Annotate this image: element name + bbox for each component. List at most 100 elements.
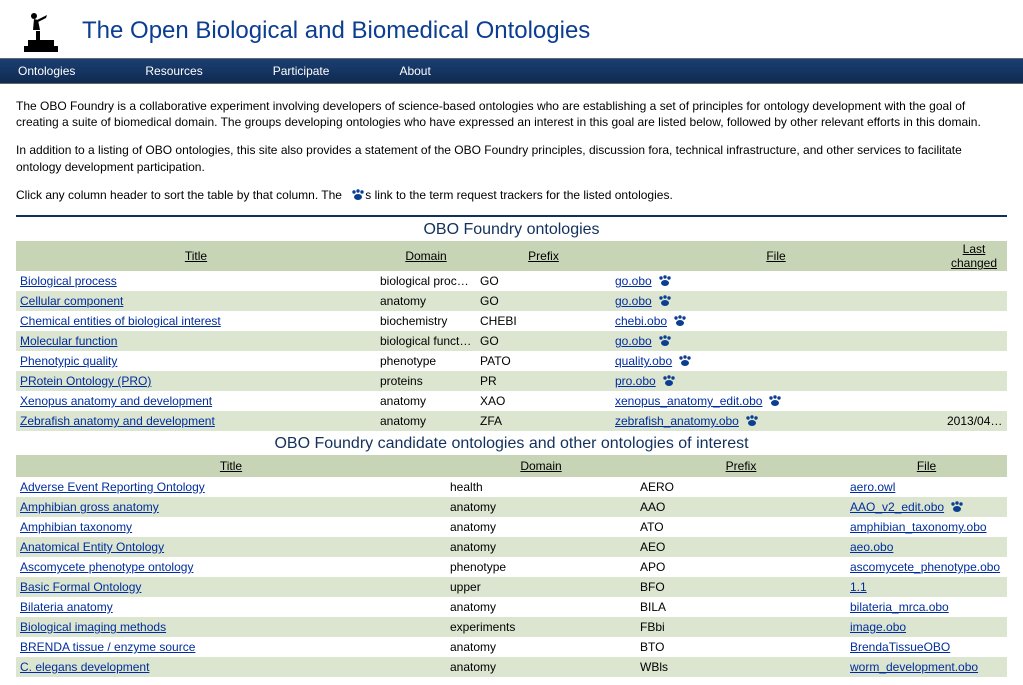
domain-cell: biological process	[376, 271, 476, 291]
col-title[interactable]: Title	[16, 241, 376, 271]
file-link[interactable]: go.obo	[615, 274, 652, 288]
ontology-title-link[interactable]: Molecular function	[20, 334, 117, 348]
col-title[interactable]: Title	[16, 455, 446, 477]
table-row: Biological processbiological processGOgo…	[16, 271, 1007, 291]
domain-cell: biochemistry	[376, 311, 476, 331]
table-row: Ascomycete phenotype ontology phenotypeAP…	[16, 557, 1007, 577]
paw-icon[interactable]	[673, 315, 687, 327]
file-link[interactable]: aeo.obo	[850, 540, 893, 554]
domain-cell: phenotype	[446, 557, 636, 577]
paw-icon[interactable]	[658, 295, 672, 307]
ontology-title-link[interactable]: PRotein Ontology (PRO)	[20, 374, 151, 388]
ontology-title-link[interactable]: Amphibian gross anatomy	[20, 500, 159, 514]
nav-about[interactable]: About	[399, 64, 430, 78]
file-link[interactable]: worm_development.obo	[850, 660, 978, 674]
paw-icon[interactable]	[768, 395, 782, 407]
file-link[interactable]: bilateria_mrca.obo	[850, 600, 949, 614]
paw-icon[interactable]	[658, 335, 672, 347]
file-link[interactable]: go.obo	[615, 334, 652, 348]
last-changed-cell	[941, 271, 1007, 291]
ontology-title-link[interactable]: C. elegans development	[20, 660, 149, 674]
ontology-title-link[interactable]: Xenopus anatomy and development	[20, 394, 212, 408]
file-link[interactable]: image.obo	[850, 620, 906, 634]
prefix-cell: AAO	[636, 497, 846, 517]
file-link[interactable]: 1.1	[850, 580, 867, 594]
col-domain[interactable]: Domain	[376, 241, 476, 271]
ontology-title-link[interactable]: Adverse Event Reporting Ontology	[20, 480, 205, 494]
table-row: Cellular component anatomyGO go.obo	[16, 291, 1007, 311]
domain-cell: health	[446, 477, 636, 497]
last-changed-cell	[941, 311, 1007, 331]
last-changed-cell	[941, 351, 1007, 371]
ontology-title-link[interactable]: Zebrafish anatomy and development	[20, 414, 215, 428]
last-changed-cell	[941, 391, 1007, 411]
col-last-changed[interactable]: Last changed	[941, 241, 1007, 271]
nav-ontologies[interactable]: Ontologies	[18, 64, 75, 78]
prefix-cell: APO	[636, 557, 846, 577]
ontology-title-link[interactable]: Basic Formal Ontology	[20, 580, 141, 594]
paw-icon[interactable]	[662, 375, 676, 387]
table-row: PRotein Ontology (PRO)proteinsPRpro.obo	[16, 371, 1007, 391]
domain-cell: anatomy	[446, 637, 636, 657]
file-link[interactable]: chebi.obo	[615, 314, 667, 328]
file-link[interactable]: ascomycete_phenotype.obo	[850, 560, 1000, 574]
domain-cell: proteins	[376, 371, 476, 391]
col-prefix[interactable]: Prefix	[476, 241, 611, 271]
file-link[interactable]: BrendaTissueOBO	[850, 640, 950, 654]
domain-cell: upper	[446, 577, 636, 597]
table-row: Anatomical Entity OntologyanatomyAEOaeo.…	[16, 537, 1007, 557]
domain-cell: anatomy	[376, 411, 476, 431]
prefix-cell: GO	[476, 291, 611, 311]
ontology-title-link[interactable]: Phenotypic quality	[20, 354, 117, 368]
ontology-title-link[interactable]: BRENDA tissue / enzyme source	[20, 640, 195, 654]
file-link[interactable]: amphibian_taxonomy.obo	[850, 520, 987, 534]
table-row: BRENDA tissue / enzyme sourceanatomyBTOB…	[16, 637, 1007, 657]
domain-cell: anatomy	[446, 517, 636, 537]
table-row: Molecular functionbiological functionGOg…	[16, 331, 1007, 351]
ontology-title-link[interactable]: Chemical entities of biological interest	[20, 314, 221, 328]
ontology-title-link[interactable]: Anatomical Entity Ontology	[20, 540, 164, 554]
file-link[interactable]: zebrafish_anatomy.obo	[615, 414, 739, 428]
last-changed-cell	[941, 291, 1007, 311]
paw-icon[interactable]	[658, 275, 672, 287]
last-changed-cell	[941, 331, 1007, 351]
file-link[interactable]: go.obo	[615, 294, 652, 308]
last-changed-cell	[941, 371, 1007, 391]
col-prefix[interactable]: Prefix	[636, 455, 846, 477]
domain-cell: anatomy	[446, 537, 636, 557]
table-row: Chemical entities of biological interest…	[16, 311, 1007, 331]
ontology-title-link[interactable]: Amphibian taxonomy	[20, 520, 132, 534]
paw-icon[interactable]	[745, 415, 759, 427]
domain-cell: anatomy	[376, 291, 476, 311]
main-table-title: OBO Foundry ontologies	[16, 221, 1007, 239]
domain-cell: anatomy	[446, 597, 636, 617]
file-link[interactable]: xenopus_anatomy_edit.obo	[615, 394, 762, 408]
ontology-title-link[interactable]: Biological process	[20, 274, 117, 288]
file-link[interactable]: pro.obo	[615, 374, 656, 388]
prefix-cell: GO	[476, 331, 611, 351]
main-ontologies-table: Title Domain Prefix File Last changed Bi…	[16, 241, 1007, 431]
ontology-title-link[interactable]: Ascomycete phenotype ontology	[20, 560, 193, 574]
nav-participate[interactable]: Participate	[273, 64, 330, 78]
paw-icon[interactable]	[678, 355, 692, 367]
prefix-cell: PATO	[476, 351, 611, 371]
col-domain[interactable]: Domain	[446, 455, 636, 477]
file-link[interactable]: AAO_v2_edit.obo	[850, 500, 944, 514]
prefix-cell: AERO	[636, 477, 846, 497]
main-nav: Ontologies Resources Participate About	[0, 58, 1023, 84]
file-link[interactable]: aero.owl	[850, 480, 895, 494]
ontology-title-link[interactable]: Bilateria anatomy	[20, 600, 113, 614]
last-changed-cell: 2013/04/12	[941, 411, 1007, 431]
table-row: Bilateria anatomyanatomyBILAbilateria_mr…	[16, 597, 1007, 617]
file-link[interactable]: quality.obo	[615, 354, 672, 368]
col-file[interactable]: File	[846, 455, 1007, 477]
domain-cell: anatomy	[446, 497, 636, 517]
prefix-cell: CHEBI	[476, 311, 611, 331]
paw-icon[interactable]	[950, 501, 964, 513]
ontology-title-link[interactable]: Biological imaging methods	[20, 620, 166, 634]
table-row: Amphibian taxonomyanatomyATOamphibian_ta…	[16, 517, 1007, 537]
nav-resources[interactable]: Resources	[145, 64, 202, 78]
ontology-title-link[interactable]: Cellular component	[20, 294, 123, 308]
col-file[interactable]: File	[611, 241, 941, 271]
prefix-cell: ZFA	[476, 411, 611, 431]
